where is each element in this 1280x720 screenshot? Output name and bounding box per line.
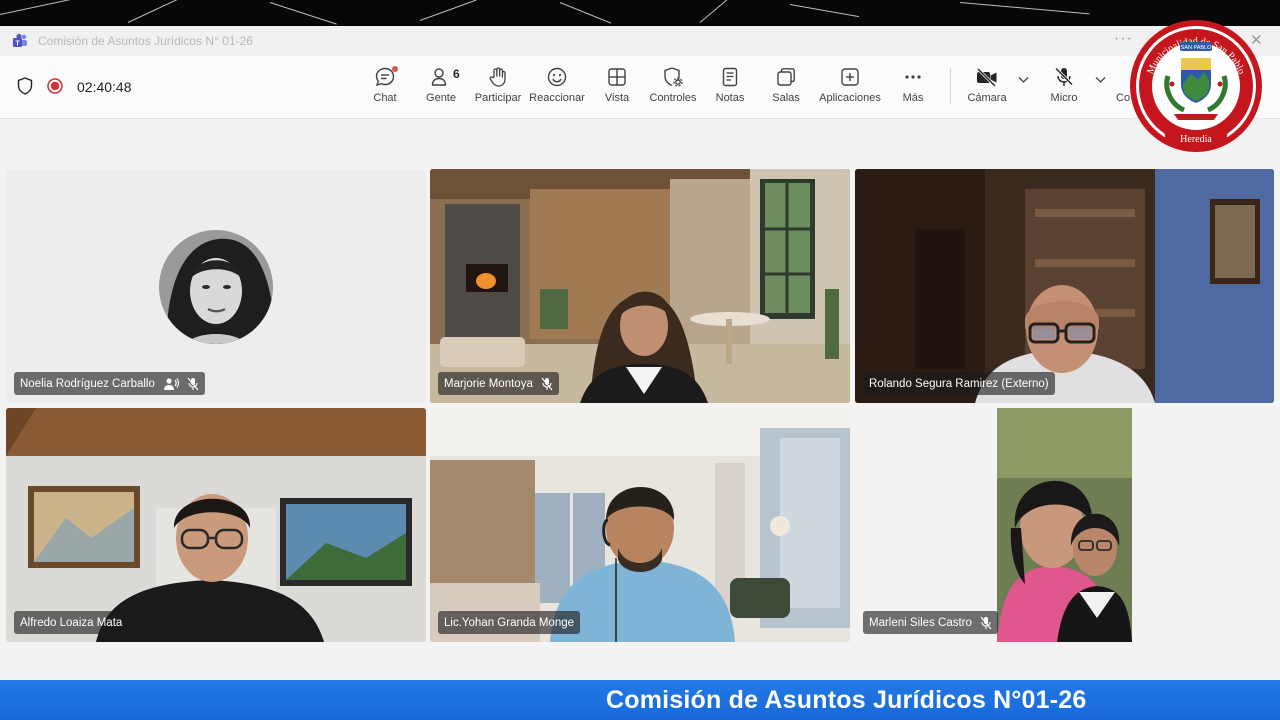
top-decor-strip (0, 0, 1280, 26)
rooms-label: Salas (772, 92, 800, 104)
avatar (159, 230, 273, 344)
camera-off-icon (976, 67, 997, 88)
video-feed (6, 408, 426, 642)
title-bar: T Comisión de Asuntos Jurídicos N° 01-26… (0, 26, 1280, 56)
participant-name: Rolando Segura Ramirez (Externo) (869, 377, 1049, 390)
notes-icon (722, 67, 738, 87)
more-label: Más (902, 92, 924, 104)
shield-icon[interactable] (17, 77, 33, 95)
shield-gear-icon (664, 67, 683, 87)
mic-options-chevron-icon[interactable] (1095, 76, 1106, 84)
video-feed (997, 408, 1132, 642)
more-button[interactable]: Más (878, 66, 948, 104)
video-feed (430, 169, 850, 403)
unread-dot (392, 66, 398, 72)
people-count: 6 (453, 67, 460, 81)
participant-name-tag: Alfredo Loaiza Mata (14, 611, 129, 634)
people-icon (431, 68, 447, 86)
window-title: Comisión de Asuntos Jurídicos N° 01-26 (38, 34, 253, 48)
seal-scroll-text: SAN PABLO (1181, 45, 1212, 51)
municipal-seal-logo: Municipalidad de San Pablo SAN PABLO Her… (1130, 20, 1262, 152)
mic-off-icon (1054, 67, 1074, 86)
ellipsis-icon (905, 75, 921, 79)
rooms-icon (777, 68, 795, 86)
video-feed (430, 408, 850, 642)
participant-name-tag: Rolando Segura Ramirez (Externo) (863, 372, 1055, 395)
participant-name: Alfredo Loaiza Mata (20, 616, 123, 629)
teams-icon: T (13, 33, 27, 47)
video-stage: Noelia Rodríguez Carballo Marjorie Monto… (0, 119, 1280, 680)
meeting-timer: 02:40:48 (77, 79, 132, 95)
participant-tile[interactable]: Noelia Rodríguez Carballo (6, 169, 426, 403)
recording-icon (47, 78, 63, 94)
camera-button[interactable]: Cámara (952, 66, 1022, 104)
participant-name-tag: Marjorie Montoya (438, 372, 559, 395)
smiley-icon (547, 67, 567, 87)
participant-name-tag: Noelia Rodríguez Carballo (14, 372, 205, 395)
grid-icon (608, 68, 626, 86)
participant-name-tag: Marleni Siles Castro (863, 611, 998, 634)
participant-name: Lic.Yohan Granda Monge (444, 616, 575, 629)
muted-mic-icon (980, 616, 992, 629)
meeting-toolbar: 02:40:48 Chat 6 Gente Participar Reaccio… (0, 56, 1280, 119)
toolbar-divider (950, 68, 951, 104)
participant-name-tag: Lic.Yohan Granda Monge (438, 611, 581, 634)
mic-label: Micro (1050, 92, 1078, 104)
muted-mic-icon (541, 377, 553, 390)
camera-options-chevron-icon[interactable] (1018, 76, 1029, 84)
seal-ribbon-text: Heredia (1180, 134, 1212, 145)
apps-button[interactable]: Aplicaciones (815, 66, 885, 104)
participant-tile[interactable]: Marjorie Montoya (430, 169, 850, 403)
participant-tile[interactable]: Alfredo Loaiza Mata (6, 408, 426, 642)
apps-label: Aplicaciones (819, 92, 881, 104)
banner-title: Comisión de Asuntos Jurídicos N°01-26 (606, 686, 1087, 714)
hand-icon (489, 67, 506, 87)
participant-name: Noelia Rodríguez Carballo (20, 377, 155, 390)
participant-name: Marjorie Montoya (444, 377, 533, 390)
mic-button[interactable]: Micro (1029, 66, 1099, 104)
plus-box-icon (841, 68, 859, 86)
bottom-banner: Comisión de Asuntos Jurídicos N°01-26 (0, 680, 1280, 720)
participant-tile[interactable]: Lic.Yohan Granda Monge (430, 408, 850, 642)
camera-label: Cámara (967, 92, 1007, 104)
video-feed (855, 169, 1274, 403)
participant-tile-active-speaker[interactable]: Rolando Segura Ramirez (Externo) (855, 169, 1274, 403)
participant-name: Marleni Siles Castro (869, 616, 972, 629)
teams-window: T Comisión de Asuntos Jurídicos N° 01-26… (0, 26, 1280, 680)
rooms-button[interactable]: Salas (751, 66, 821, 104)
svg-text:T: T (15, 40, 20, 47)
people-speaking-icon (163, 377, 179, 390)
participant-tile[interactable]: Marleni Siles Castro (855, 408, 1274, 642)
muted-mic-icon (187, 377, 199, 390)
